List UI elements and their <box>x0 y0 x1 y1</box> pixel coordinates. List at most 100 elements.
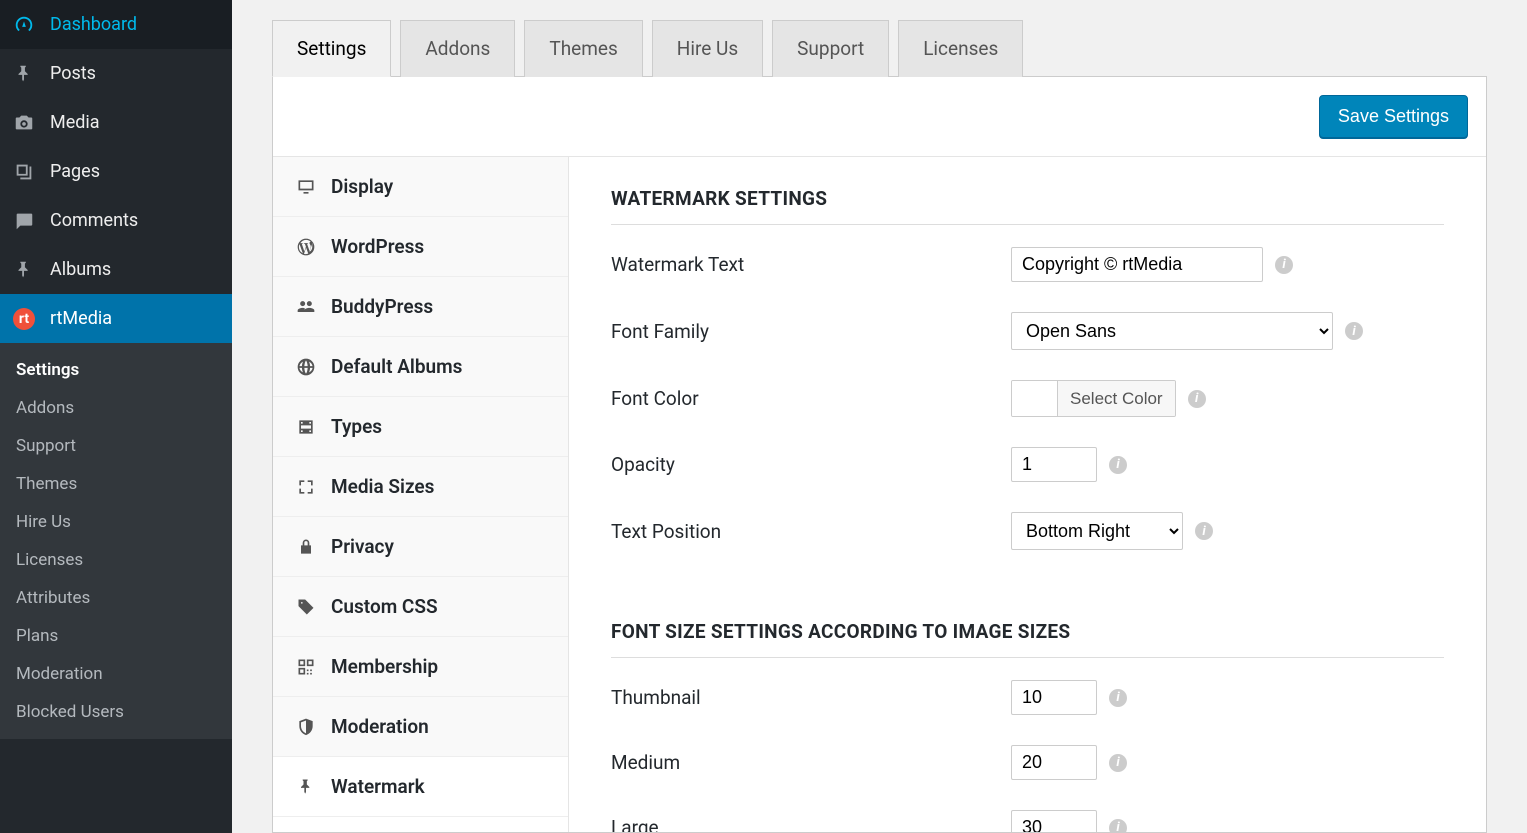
globe-icon <box>295 356 317 378</box>
monitor-icon <box>295 176 317 198</box>
menu-item-comments[interactable]: Comments <box>0 196 232 245</box>
label-thumbnail: Thumbnail <box>611 686 1011 709</box>
nav-label: WordPress <box>331 235 424 258</box>
row-opacity: Opacity i <box>611 447 1444 482</box>
nav-label: Membership <box>331 655 438 678</box>
input-large[interactable] <box>1011 810 1097 832</box>
row-text-position: Text Position Bottom Right i <box>611 512 1444 550</box>
menu-label: Posts <box>50 63 96 84</box>
tab-hire-us[interactable]: Hire Us <box>652 20 763 77</box>
rtmedia-icon: rt <box>12 307 36 331</box>
input-opacity[interactable] <box>1011 447 1097 482</box>
menu-item-albums[interactable]: Albums <box>0 245 232 294</box>
submenu-item-attributes[interactable]: Attributes <box>0 579 232 617</box>
wordpress-icon <box>295 236 317 258</box>
tab-support[interactable]: Support <box>772 20 889 77</box>
nav-item-custom-css[interactable]: Custom CSS <box>273 577 568 637</box>
rtmedia-submenu: SettingsAddonsSupportThemesHire UsLicens… <box>0 343 232 739</box>
select-font-family[interactable]: Open Sans <box>1011 312 1333 350</box>
main-content: SettingsAddonsThemesHire UsSupportLicens… <box>232 0 1527 833</box>
nav-item-media-sizes[interactable]: Media Sizes <box>273 457 568 517</box>
menu-label: Albums <box>50 259 111 280</box>
submenu-item-moderation[interactable]: Moderation <box>0 655 232 693</box>
submenu-item-blocked-users[interactable]: Blocked Users <box>0 693 232 731</box>
input-watermark-text[interactable] <box>1011 247 1263 282</box>
nav-label: Moderation <box>331 715 429 738</box>
stack-icon <box>12 160 36 184</box>
nav-label: Display <box>331 175 393 198</box>
select-color-button[interactable]: Select Color <box>1058 381 1175 416</box>
label-opacity: Opacity <box>611 453 1011 476</box>
info-icon[interactable]: i <box>1109 689 1127 707</box>
settings-content: WATERMARK SETTINGS Watermark Text i Font… <box>569 157 1486 832</box>
settings-panel: Save Settings Display WordPress BuddyPress… <box>272 77 1487 833</box>
nav-label: Custom CSS <box>331 595 438 618</box>
nav-item-membership[interactable]: Membership <box>273 637 568 697</box>
menu-item-posts[interactable]: Posts <box>0 49 232 98</box>
menu-label: Pages <box>50 161 100 182</box>
tab-addons[interactable]: Addons <box>400 20 515 77</box>
chat-icon <box>12 209 36 233</box>
submenu-item-hire-us[interactable]: Hire Us <box>0 503 232 541</box>
info-icon[interactable]: i <box>1275 256 1293 274</box>
menu-label: Media <box>50 112 100 133</box>
info-icon[interactable]: i <box>1345 322 1363 340</box>
submenu-item-licenses[interactable]: Licenses <box>0 541 232 579</box>
row-medium: Medium i <box>611 745 1444 780</box>
nav-item-privacy[interactable]: Privacy <box>273 517 568 577</box>
submenu-item-settings[interactable]: Settings <box>0 351 232 389</box>
expand-icon <box>295 476 317 498</box>
qr-icon <box>295 656 317 678</box>
nav-item-display[interactable]: Display <box>273 157 568 217</box>
nav-item-moderation[interactable]: Moderation <box>273 697 568 757</box>
row-font-family: Font Family Open Sans i <box>611 312 1444 350</box>
tab-settings[interactable]: Settings <box>272 20 391 77</box>
label-watermark-text: Watermark Text <box>611 253 1011 276</box>
color-picker: Select Color <box>1011 380 1176 417</box>
submenu-item-addons[interactable]: Addons <box>0 389 232 427</box>
nav-label: Privacy <box>331 535 394 558</box>
nav-item-buddypress[interactable]: BuddyPress <box>273 277 568 337</box>
info-icon[interactable]: i <box>1195 522 1213 540</box>
shield-icon <box>295 716 317 738</box>
label-large: Large <box>611 816 1011 832</box>
info-icon[interactable]: i <box>1109 819 1127 833</box>
input-thumbnail[interactable] <box>1011 680 1097 715</box>
gauge-icon <box>12 13 36 37</box>
label-font-family: Font Family <box>611 320 1011 343</box>
menu-label: rtMedia <box>50 308 112 329</box>
tab-licenses[interactable]: Licenses <box>898 20 1023 77</box>
menu-item-rtmedia[interactable]: rt rtMedia <box>0 294 232 343</box>
label-medium: Medium <box>611 751 1011 774</box>
nav-item-default-albums[interactable]: Default Albums <box>273 337 568 397</box>
submenu-item-plans[interactable]: Plans <box>0 617 232 655</box>
tab-themes[interactable]: Themes <box>524 20 642 77</box>
color-swatch[interactable] <box>1012 381 1058 416</box>
row-large: Large i <box>611 810 1444 832</box>
select-text-position[interactable]: Bottom Right <box>1011 512 1183 550</box>
pin-icon <box>12 62 36 86</box>
row-watermark-text: Watermark Text i <box>611 247 1444 282</box>
nav-label: Types <box>331 415 382 438</box>
nav-item-wordpress[interactable]: WordPress <box>273 217 568 277</box>
save-settings-button[interactable]: Save Settings <box>1319 95 1468 138</box>
menu-item-pages[interactable]: Pages <box>0 147 232 196</box>
group-icon <box>295 296 317 318</box>
settings-nav: Display WordPress BuddyPress Default Albums… <box>273 157 569 832</box>
info-icon[interactable]: i <box>1109 456 1127 474</box>
menu-label: Comments <box>50 210 138 231</box>
menu-item-media[interactable]: Media <box>0 98 232 147</box>
nav-item-watermark[interactable]: Watermark <box>273 757 568 817</box>
menu-item-dashboard[interactable]: Dashboard <box>0 0 232 49</box>
nav-label: BuddyPress <box>331 295 433 318</box>
submenu-item-themes[interactable]: Themes <box>0 465 232 503</box>
submenu-item-support[interactable]: Support <box>0 427 232 465</box>
info-icon[interactable]: i <box>1109 754 1127 772</box>
input-medium[interactable] <box>1011 745 1097 780</box>
pin-icon <box>295 776 317 798</box>
section-title-font-sizes: FONT SIZE SETTINGS ACCORDING TO IMAGE SI… <box>611 620 1444 658</box>
panel-header: Save Settings <box>273 77 1486 157</box>
info-icon[interactable]: i <box>1188 390 1206 408</box>
nav-item-types[interactable]: Types <box>273 397 568 457</box>
row-thumbnail: Thumbnail i <box>611 680 1444 715</box>
